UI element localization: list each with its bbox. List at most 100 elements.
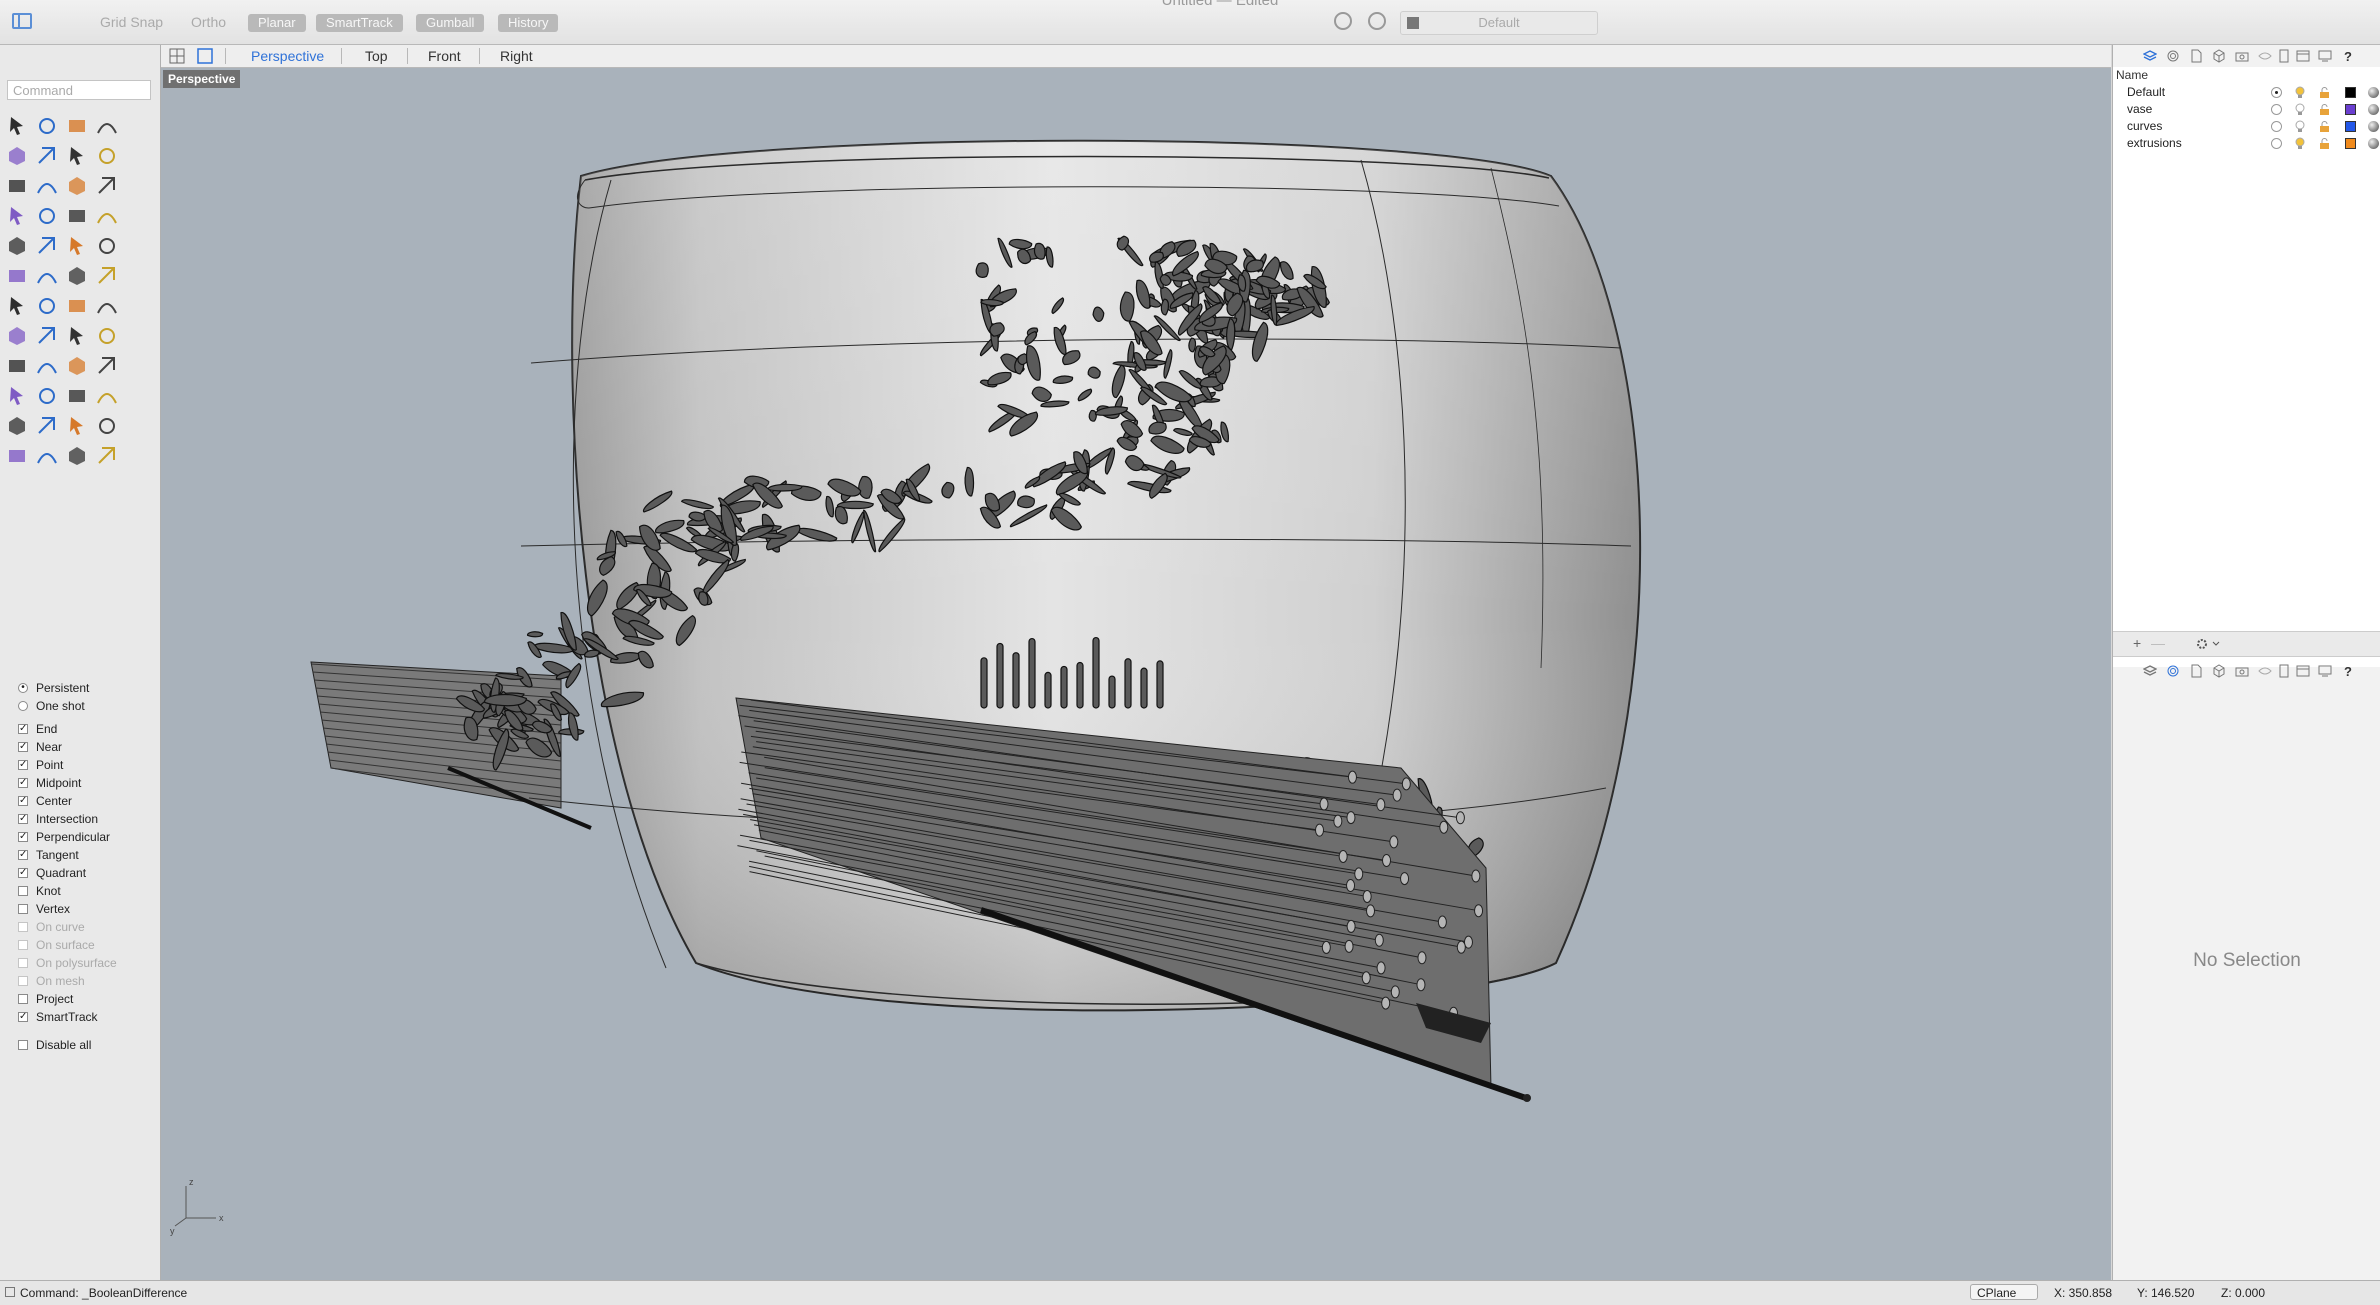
record-history-icon[interactable] <box>1334 12 1352 30</box>
checkbox[interactable]: ✓ <box>18 724 28 734</box>
layer-row[interactable]: extrusions <box>2113 135 2380 152</box>
notes-icon[interactable] <box>2277 664 2291 678</box>
checkbox[interactable]: ✓ <box>18 832 28 842</box>
globe-icon[interactable] <box>4 443 30 469</box>
checkbox[interactable]: ✓ <box>18 850 28 860</box>
osnap-option[interactable]: On surface <box>18 938 158 954</box>
circle-icon[interactable] <box>94 113 120 139</box>
current-layer-radio[interactable] <box>2271 121 2282 132</box>
single-viewport-icon[interactable] <box>197 48 213 64</box>
lock-icon[interactable] <box>4 413 30 439</box>
checkbox[interactable] <box>18 976 28 986</box>
command-history-icon[interactable] <box>5 1287 15 1297</box>
point-edit-icon[interactable] <box>34 233 60 259</box>
current-layer-radio[interactable] <box>2271 138 2282 149</box>
lock-icon[interactable] <box>2319 104 2330 115</box>
osnap-option[interactable]: ✓ SmartTrack <box>18 1010 158 1026</box>
checkbox[interactable]: ✓ <box>18 814 28 824</box>
sidebar-toggle-icon[interactable] <box>12 13 32 29</box>
edit-surface-icon[interactable] <box>4 233 30 259</box>
smarttrack-toggle[interactable]: SmartTrack <box>316 14 403 32</box>
checkbox[interactable] <box>18 886 28 896</box>
grid-snap-toggle[interactable]: Grid Snap <box>100 14 163 30</box>
radio-button[interactable] <box>18 701 28 711</box>
checkbox[interactable]: ✓ <box>18 796 28 806</box>
checkbox[interactable] <box>18 958 28 968</box>
color-icon[interactable] <box>64 413 90 439</box>
osnap-option[interactable]: ✓ Perpendicular <box>18 830 158 846</box>
current-layer-radio[interactable] <box>2271 104 2282 115</box>
checkbox[interactable]: ✓ <box>18 760 28 770</box>
properties-icon[interactable] <box>2166 49 2180 63</box>
gumball-toggle[interactable]: Gumball <box>416 14 485 32</box>
osnap-mode-radio[interactable]: One shot <box>18 699 158 715</box>
arc-icon[interactable] <box>4 173 30 199</box>
move-icon[interactable] <box>4 263 30 289</box>
split-icon[interactable] <box>34 293 60 319</box>
layer-row[interactable]: Default <box>2113 84 2380 101</box>
text-icon[interactable] <box>94 233 120 259</box>
dimension-icon[interactable] <box>4 353 30 379</box>
plane-icon[interactable] <box>94 203 120 229</box>
rotate-view-icon[interactable] <box>4 383 30 409</box>
osnap-option[interactable]: ✓ Center <box>18 794 158 810</box>
light-icon[interactable] <box>94 353 120 379</box>
layer-color-swatch[interactable] <box>2345 87 2356 98</box>
lightbulb-icon[interactable] <box>2295 86 2305 99</box>
cap-icon[interactable] <box>34 323 60 349</box>
monitor-icon[interactable] <box>2318 49 2332 63</box>
select-arrow-icon[interactable] <box>4 113 30 139</box>
checkbox[interactable] <box>18 1040 28 1050</box>
radio-button[interactable]: • <box>18 683 28 693</box>
perspective-viewport[interactable]: z x y Perspective <box>161 68 2111 1280</box>
checkbox[interactable] <box>18 904 28 914</box>
tab-right[interactable]: Right <box>500 48 533 64</box>
ellipse-icon[interactable] <box>4 143 30 169</box>
monitor-icon[interactable] <box>2318 664 2332 678</box>
layers-icon[interactable] <box>2143 49 2157 63</box>
array-icon[interactable] <box>34 263 60 289</box>
command-input[interactable] <box>7 80 151 100</box>
osnap-option[interactable]: Project <box>18 992 158 1008</box>
help-icon[interactable]: ? <box>2341 49 2355 63</box>
sphere-icon[interactable] <box>94 413 120 439</box>
help-icon[interactable]: ? <box>2341 664 2355 678</box>
scene-canvas[interactable]: z x y <box>161 68 2111 1280</box>
box-icon[interactable] <box>2212 49 2226 63</box>
camera-icon[interactable] <box>2235 49 2249 63</box>
polygon-icon[interactable] <box>94 143 120 169</box>
rectangle-icon[interactable] <box>64 143 90 169</box>
wand-icon[interactable] <box>34 443 60 469</box>
layer-row[interactable]: curves <box>2113 118 2380 135</box>
osnap-option[interactable]: ✓ Near <box>18 740 158 756</box>
camera-icon[interactable] <box>2235 664 2249 678</box>
panel-icon[interactable] <box>2296 49 2310 63</box>
point-icon[interactable] <box>34 113 60 139</box>
checkbox[interactable]: ✓ <box>18 868 28 878</box>
curve-icon[interactable] <box>34 143 60 169</box>
layer-color-swatch[interactable] <box>2345 104 2356 115</box>
layer-color-swatch[interactable] <box>2345 138 2356 149</box>
properties-icon[interactable] <box>2166 664 2180 678</box>
display-icon[interactable] <box>2258 49 2272 63</box>
cplane-dropdown[interactable]: CPlane <box>1970 1284 2038 1300</box>
material-sphere-icon[interactable] <box>2368 87 2379 98</box>
osnap-option[interactable]: On polysurface <box>18 956 158 972</box>
osnap-option[interactable]: ✓ Quadrant <box>18 866 158 882</box>
osnap-mode-radio[interactable]: • Persistent <box>18 681 158 697</box>
layers-icon[interactable] <box>2143 664 2157 678</box>
polyline-icon[interactable] <box>64 113 90 139</box>
osnap-target-icon[interactable] <box>1368 12 1386 30</box>
lightbulb-icon[interactable] <box>2295 120 2305 133</box>
zoom-window-icon[interactable] <box>34 353 60 379</box>
history-toggle[interactable]: History <box>498 14 559 32</box>
checkbox[interactable]: ✓ <box>18 778 28 788</box>
viewport-title[interactable]: Perspective <box>163 70 241 88</box>
layer-color-swatch[interactable] <box>2345 121 2356 132</box>
tab-perspective[interactable]: Perspective <box>251 48 324 64</box>
lightbulb-icon[interactable] <box>2295 137 2305 150</box>
osnap-option[interactable]: ✓ Midpoint <box>18 776 158 792</box>
osnap-option[interactable]: On curve <box>18 920 158 936</box>
ortho-toggle[interactable]: Ortho <box>191 14 226 30</box>
zoom-icon[interactable] <box>94 323 120 349</box>
